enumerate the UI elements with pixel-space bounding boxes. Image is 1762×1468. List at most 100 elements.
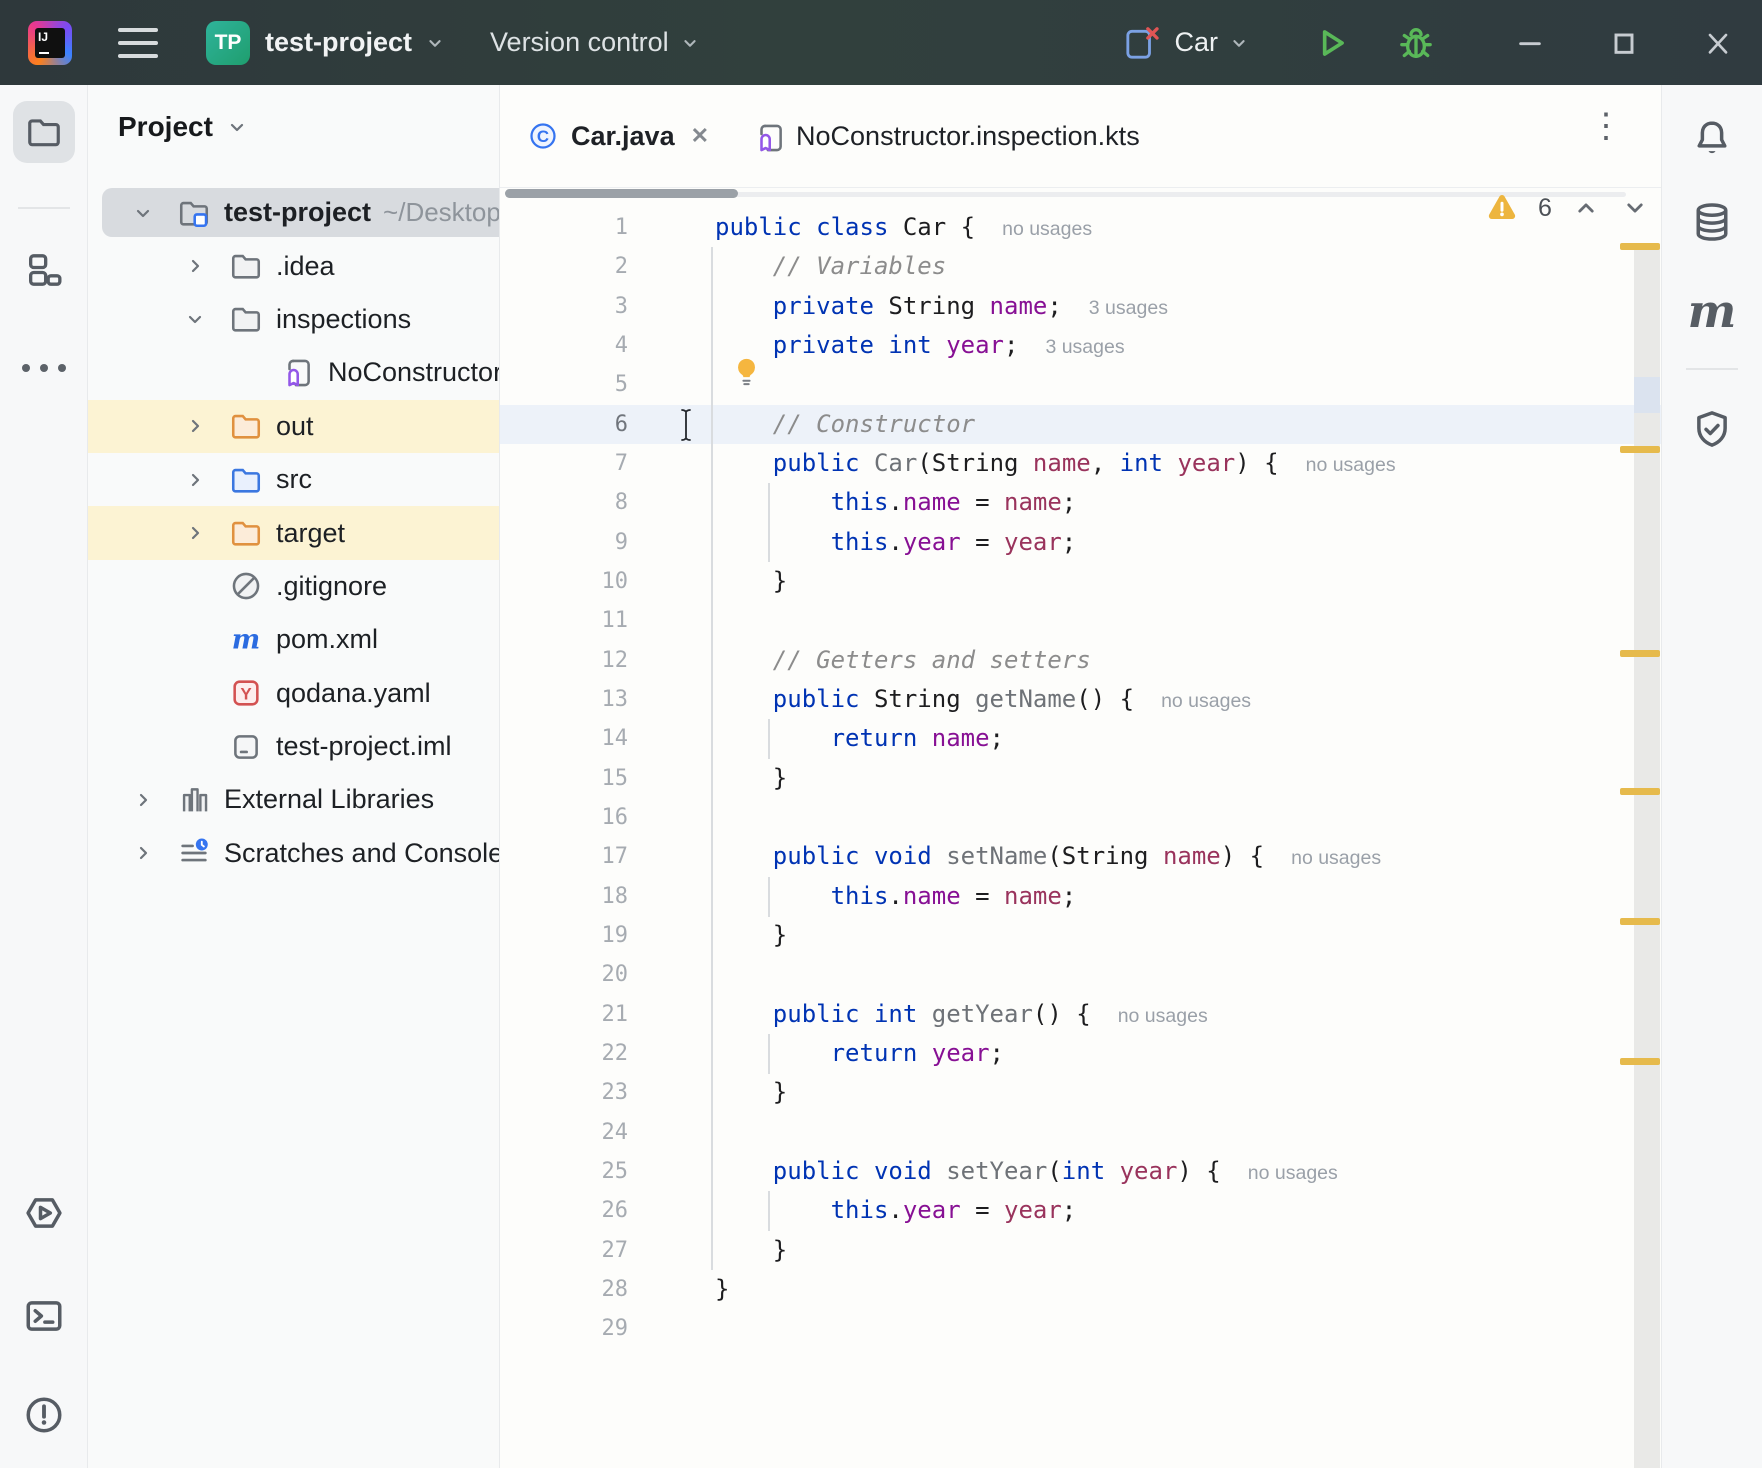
tab-close-icon[interactable]: ✕ <box>691 125 709 147</box>
chevron-right-icon[interactable] <box>183 468 207 492</box>
usages-hint[interactable]: 3 usages <box>1089 297 1168 319</box>
tree-item-target[interactable]: target <box>88 506 500 559</box>
notifications-button[interactable] <box>1681 107 1743 169</box>
code-line-7[interactable]: 7 public Car(String name, int year) {no … <box>500 444 1661 483</box>
tree-item-test-project-iml[interactable]: test-project.iml <box>88 720 500 773</box>
code-area[interactable]: 1public class Car {no usages2 // Variabl… <box>500 208 1661 1349</box>
code-line-14[interactable]: 14 return name; <box>500 719 1661 758</box>
previous-problem-button[interactable] <box>1571 193 1601 223</box>
structure-tool-button[interactable] <box>13 239 75 301</box>
editor-tab-car-java[interactable]: CCar.java✕ <box>506 85 731 187</box>
usages-hint[interactable]: no usages <box>1291 847 1381 869</box>
code-line-8[interactable]: 8 this.name = name; <box>500 483 1661 522</box>
warning-stripe-mark[interactable] <box>1620 243 1660 250</box>
tree-item-test-project[interactable]: test-project~/Desktop/ <box>88 186 500 239</box>
inspections-widget[interactable]: 6 <box>1485 191 1650 225</box>
divider <box>18 207 70 209</box>
intention-bulb-icon[interactable] <box>733 357 760 391</box>
tree-item-label: .gitignore <box>276 571 387 602</box>
code-line-29[interactable]: 29 <box>500 1309 1661 1348</box>
tree-item-pom-xml[interactable]: mpom.xml <box>88 613 500 666</box>
usages-hint[interactable]: 3 usages <box>1045 336 1124 358</box>
code-line-5[interactable]: 5 <box>500 365 1661 404</box>
code-line-27[interactable]: 27 } <box>500 1231 1661 1270</box>
tree-item-noconstructor-inspection-kts[interactable]: NoConstructor.inspection.kts <box>88 346 500 399</box>
warning-stripe-mark[interactable] <box>1620 1058 1660 1065</box>
run-button[interactable] <box>1312 24 1350 62</box>
window-maximize-button[interactable] <box>1608 27 1640 59</box>
terminal-tool-button[interactable] <box>13 1285 75 1347</box>
code-line-15[interactable]: 15 } <box>500 759 1661 798</box>
code-line-13[interactable]: 13 public String getName() {no usages <box>500 680 1661 719</box>
project-tool-button[interactable] <box>13 101 75 163</box>
project-view-selector[interactable]: Project <box>118 111 249 143</box>
chevron-right-icon[interactable] <box>183 521 207 545</box>
code-line-4[interactable]: 4 private int year;3 usages <box>500 326 1661 365</box>
code-line-10[interactable]: 10 } <box>500 562 1661 601</box>
tree-item--idea[interactable]: .idea <box>88 239 500 292</box>
ellipsis-icon <box>22 364 66 372</box>
chevron-right-icon[interactable] <box>183 254 207 278</box>
editor-scrollbar[interactable] <box>1634 248 1660 1468</box>
warning-stripe-mark[interactable] <box>1620 650 1660 657</box>
window-close-button[interactable] <box>1702 27 1734 59</box>
run-configuration-selector[interactable]: Car <box>1122 23 1250 63</box>
database-tool-button[interactable] <box>1681 191 1743 253</box>
window-minimize-button[interactable] <box>1514 27 1546 59</box>
code-line-9[interactable]: 9 this.year = year; <box>500 523 1661 562</box>
tree-item-external-libraries[interactable]: External Libraries <box>88 773 500 826</box>
code-line-20[interactable]: 20 <box>500 955 1661 994</box>
code-line-2[interactable]: 2 // Variables <box>500 247 1661 286</box>
usages-hint[interactable]: no usages <box>1306 454 1396 476</box>
vcs-menu[interactable]: Version control <box>490 27 701 58</box>
chevron-right-icon[interactable] <box>131 841 155 865</box>
usages-hint[interactable]: no usages <box>1161 690 1251 712</box>
tree-item--gitignore[interactable]: .gitignore <box>88 560 500 613</box>
code-line-23[interactable]: 23 } <box>500 1073 1661 1112</box>
code-line-11[interactable]: 11 <box>500 601 1661 640</box>
code-line-28[interactable]: 28} <box>500 1270 1661 1309</box>
warning-stripe-mark[interactable] <box>1620 788 1660 795</box>
usages-hint[interactable]: no usages <box>1118 1005 1208 1027</box>
chevron-down-icon[interactable] <box>183 307 207 331</box>
services-tool-button[interactable] <box>13 1182 75 1244</box>
project-widget[interactable]: TP test-project <box>206 21 446 65</box>
code-line-24[interactable]: 24 <box>500 1113 1661 1152</box>
active-tab-underline[interactable] <box>505 189 738 198</box>
code-line-3[interactable]: 3 private String name;3 usages <box>500 287 1661 326</box>
usages-hint[interactable]: no usages <box>1248 1162 1338 1184</box>
run-config-name: Car <box>1174 27 1218 58</box>
code-text <box>640 1309 1661 1348</box>
warning-stripe-mark[interactable] <box>1620 918 1660 925</box>
code-line-6[interactable]: 6 // Constructor <box>500 405 1661 444</box>
next-problem-button[interactable] <box>1620 193 1650 223</box>
editor-tab-noconstructor-inspection-kts[interactable]: NoConstructor.inspection.kts <box>731 85 1162 187</box>
more-tool-windows-button[interactable] <box>13 337 75 399</box>
tab-options-button[interactable]: ⋮ <box>1589 109 1623 143</box>
problems-tool-button[interactable] <box>13 1384 75 1446</box>
chevron-down-icon[interactable] <box>131 201 155 225</box>
code-line-25[interactable]: 25 public void setYear(int year) {no usa… <box>500 1152 1661 1191</box>
code-line-19[interactable]: 19 } <box>500 916 1661 955</box>
code-line-26[interactable]: 26 this.year = year; <box>500 1191 1661 1230</box>
warning-stripe-mark[interactable] <box>1620 446 1660 453</box>
maven-tool-button[interactable]: m <box>1681 280 1743 342</box>
code-line-16[interactable]: 16 <box>500 798 1661 837</box>
code-line-21[interactable]: 21 public int getYear() {no usages <box>500 995 1661 1034</box>
tree-item-out[interactable]: out <box>88 400 500 453</box>
debug-button[interactable] <box>1396 23 1436 63</box>
code-line-12[interactable]: 12 // Getters and setters <box>500 641 1661 680</box>
tree-item-scratches-and-consoles[interactable]: Scratches and Consoles <box>88 827 500 880</box>
tree-item-qodana-yaml[interactable]: Yqodana.yaml <box>88 667 500 720</box>
chevron-right-icon[interactable] <box>131 788 155 812</box>
tree-item-inspections[interactable]: inspections <box>88 293 500 346</box>
main-menu-button[interactable] <box>118 28 158 58</box>
line-number: 12 <box>500 641 640 680</box>
code-line-18[interactable]: 18 this.name = name; <box>500 877 1661 916</box>
usages-hint[interactable]: no usages <box>1002 218 1092 240</box>
tree-item-src[interactable]: src <box>88 453 500 506</box>
code-line-22[interactable]: 22 return year; <box>500 1034 1661 1073</box>
code-line-17[interactable]: 17 public void setName(String name) {no … <box>500 837 1661 876</box>
qodana-tool-button[interactable] <box>1681 398 1743 460</box>
chevron-right-icon[interactable] <box>183 414 207 438</box>
